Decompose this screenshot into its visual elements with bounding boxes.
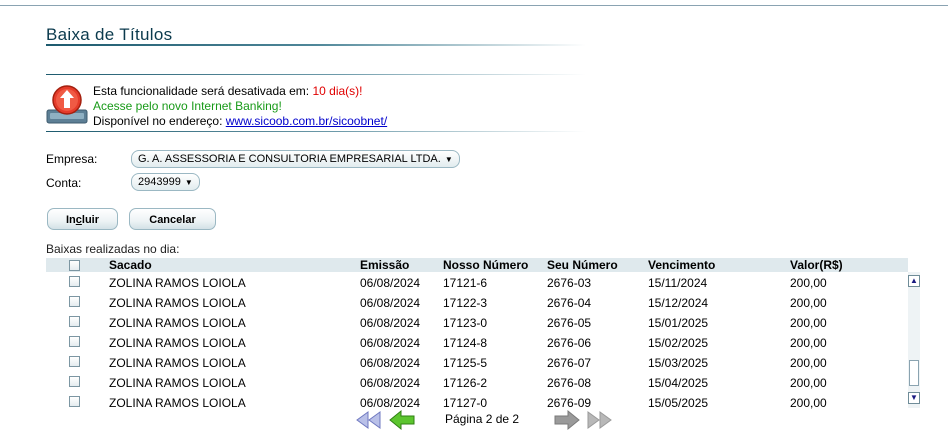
cell-valor: 200,00 — [790, 276, 827, 290]
cancelar-button[interactable]: Cancelar — [129, 208, 216, 230]
cell-emissao: 06/08/2024 — [360, 356, 421, 370]
empresa-select[interactable]: G. A. ASSESSORIA E CONSULTORIA EMPRESARI… — [131, 150, 460, 168]
cell-sacado: ZOLINA RAMOS LOIOLA — [109, 336, 246, 350]
conta-select[interactable]: 2943999 ▼ — [131, 173, 200, 191]
notice-line-1-text: Esta funcionalidade será desativada em: — [93, 84, 313, 98]
grid-scrollbar[interactable]: ▲ ▼ — [908, 272, 920, 408]
cell-seu-numero: 2676-04 — [547, 296, 592, 310]
cell-valor: 200,00 — [790, 336, 827, 350]
cell-seu-numero: 2676-06 — [547, 336, 592, 350]
select-all-checkbox[interactable] — [69, 260, 80, 271]
table-row[interactable]: ZOLINA RAMOS LOIOLA 06/08/2024 17122-3 2676… — [46, 293, 908, 313]
notice-line-3-text: Disponível no endereço: — [93, 114, 226, 128]
cell-seu-numero: 2676-05 — [547, 316, 592, 330]
incluir-label-a: In — [65, 214, 76, 226]
row-checkbox[interactable] — [69, 376, 80, 387]
cell-sacado: ZOLINA RAMOS LOIOLA — [109, 276, 246, 290]
chevron-down-icon: ▼ — [184, 178, 193, 187]
notice-line-3: Disponível no endereço: www.sicoob.com.b… — [93, 114, 387, 129]
cell-sacado: ZOLINA RAMOS LOIOLA — [109, 376, 246, 390]
previous-page-icon[interactable] — [388, 409, 416, 431]
top-border — [0, 5, 948, 6]
cell-emissao: 06/08/2024 — [360, 396, 421, 410]
cell-nosso-numero: 17126-2 — [443, 376, 488, 390]
row-checkbox[interactable] — [69, 356, 80, 367]
conta-select-value: 2943999 — [138, 176, 181, 188]
table-row[interactable]: ZOLINA RAMOS LOIOLA 06/08/2024 17126-2 2676… — [46, 373, 908, 393]
table-row[interactable]: ZOLINA RAMOS LOIOLA 06/08/2024 17124-8 2676… — [46, 333, 908, 353]
cell-emissao: 06/08/2024 — [360, 336, 421, 350]
col-nosso-numero[interactable]: Nosso Número — [443, 258, 528, 272]
title-divider — [46, 44, 586, 46]
cell-emissao: 06/08/2024 — [360, 296, 421, 310]
chevron-down-icon: ▼ — [444, 155, 453, 164]
page-title: Baixa de Títulos — [46, 25, 173, 44]
cell-emissao: 06/08/2024 — [360, 376, 421, 390]
notice-line-1: Esta funcionalidade será desativada em: … — [93, 84, 387, 99]
notice-line-2: Acesse pelo novo Internet Banking! — [93, 99, 282, 113]
col-valor[interactable]: Valor(R$) — [790, 258, 843, 272]
col-emissao[interactable]: Emissão — [360, 258, 409, 272]
first-page-icon[interactable] — [355, 409, 383, 431]
row-checkbox[interactable] — [69, 396, 80, 407]
table-row[interactable]: ZOLINA RAMOS LOIOLA 06/08/2024 17127-0 2676… — [46, 393, 908, 413]
cell-seu-numero: 2676-08 — [547, 376, 592, 390]
incluir-button[interactable]: Incluir — [47, 208, 118, 230]
incluir-label-b: luir — [81, 214, 100, 226]
cell-vencimento: 15/05/2025 — [648, 396, 709, 410]
cell-nosso-numero: 17127-0 — [443, 396, 488, 410]
sicoobnet-link[interactable]: www.sicoob.com.br/sicoobnet/ — [226, 114, 387, 128]
row-checkbox[interactable] — [69, 276, 80, 287]
scroll-up-button[interactable]: ▲ — [908, 275, 920, 287]
notice-divider-top — [46, 74, 586, 75]
warning-upload-icon — [46, 84, 88, 126]
table-row[interactable]: ZOLINA RAMOS LOIOLA 06/08/2024 17121-6 2676… — [46, 273, 908, 293]
cell-sacado: ZOLINA RAMOS LOIOLA — [109, 296, 246, 310]
cell-nosso-numero: 17125-5 — [443, 356, 488, 370]
table-row[interactable]: ZOLINA RAMOS LOIOLA 06/08/2024 17123-0 2676… — [46, 313, 908, 333]
cell-seu-numero: 2676-09 — [547, 396, 592, 410]
cell-valor: 200,00 — [790, 376, 827, 390]
grid-caption: Baixas realizadas no dia: — [46, 242, 180, 256]
page-indicator: Página 2 de 2 — [445, 412, 520, 426]
cell-vencimento: 15/03/2025 — [648, 356, 709, 370]
notice-divider-bottom — [46, 131, 586, 132]
cell-valor: 200,00 — [790, 296, 827, 310]
cell-nosso-numero: 17122-3 — [443, 296, 488, 310]
col-seu-numero[interactable]: Seu Número — [547, 258, 618, 272]
cell-sacado: ZOLINA RAMOS LOIOLA — [109, 356, 246, 370]
scroll-down-button[interactable]: ▼ — [908, 392, 920, 404]
col-sacado[interactable]: Sacado — [109, 258, 152, 272]
cell-nosso-numero: 17123-0 — [443, 316, 488, 330]
cell-emissao: 06/08/2024 — [360, 276, 421, 290]
scroll-thumb[interactable] — [909, 360, 919, 386]
days-remaining: 10 dia(s)! — [312, 84, 363, 98]
empresa-select-value: G. A. ASSESSORIA E CONSULTORIA EMPRESARI… — [138, 153, 441, 165]
row-checkbox[interactable] — [69, 316, 80, 327]
cell-vencimento: 15/01/2025 — [648, 316, 709, 330]
cell-vencimento: 15/11/2024 — [648, 276, 708, 290]
cell-emissao: 06/08/2024 — [360, 316, 421, 330]
cell-sacado: ZOLINA RAMOS LOIOLA — [109, 396, 246, 410]
cell-valor: 200,00 — [790, 316, 827, 330]
row-checkbox[interactable] — [69, 336, 80, 347]
row-checkbox[interactable] — [69, 296, 80, 307]
cell-vencimento: 15/12/2024 — [648, 296, 709, 310]
conta-label: Conta: — [46, 176, 82, 190]
deactivation-notice: Esta funcionalidade será desativada em: … — [93, 84, 387, 129]
cell-seu-numero: 2676-07 — [547, 356, 592, 370]
next-page-icon — [553, 409, 581, 431]
cell-nosso-numero: 17121-6 — [443, 276, 488, 290]
last-page-icon — [585, 409, 613, 431]
cell-valor: 200,00 — [790, 396, 827, 410]
cell-vencimento: 15/02/2025 — [648, 336, 709, 350]
cell-sacado: ZOLINA RAMOS LOIOLA — [109, 316, 246, 330]
cell-valor: 200,00 — [790, 356, 827, 370]
cell-nosso-numero: 17124-8 — [443, 336, 488, 350]
cell-vencimento: 15/04/2025 — [648, 376, 709, 390]
empresa-label: Empresa: — [46, 152, 98, 166]
cell-seu-numero: 2676-03 — [547, 276, 592, 290]
table-row[interactable]: ZOLINA RAMOS LOIOLA 06/08/2024 17125-5 2676… — [46, 353, 908, 373]
col-vencimento[interactable]: Vencimento — [648, 258, 715, 272]
